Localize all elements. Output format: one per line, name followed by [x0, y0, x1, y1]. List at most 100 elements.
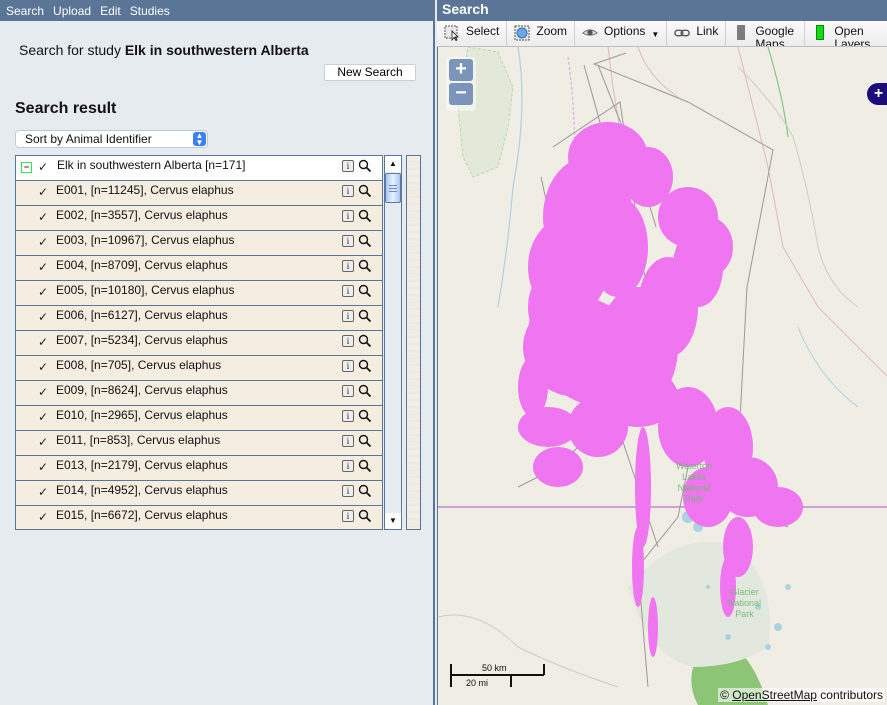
info-icon[interactable]: i — [342, 310, 354, 322]
tree-item-row[interactable]: ✓ E008, [n=705], Cervus elaphus i — [16, 356, 382, 381]
scale-km-label: 50 km — [482, 663, 507, 673]
magnifier-icon[interactable] — [358, 284, 372, 298]
google-maps-button[interactable]: Google Maps — [726, 21, 806, 46]
zoom-tool-button[interactable]: Zoom — [507, 21, 576, 46]
search-panel: Search Upload Edit Studies Search for st… — [0, 0, 435, 705]
info-icon[interactable]: i — [342, 160, 354, 172]
magnifier-icon[interactable] — [358, 334, 372, 348]
tree-item-row[interactable]: ✓ E006, [n=6127], Cervus elaphus i — [16, 306, 382, 331]
zoom-out-button[interactable]: − — [449, 83, 473, 105]
magnifier-icon[interactable] — [358, 309, 372, 323]
menu-studies[interactable]: Studies — [130, 4, 170, 18]
openlayers-button[interactable]: Open Layers — [805, 21, 881, 46]
item-checkbox[interactable]: ✓ — [38, 361, 50, 373]
zoom-in-button[interactable]: + — [449, 59, 473, 81]
scroll-down-arrow-icon[interactable]: ▼ — [385, 513, 401, 529]
root-checkbox[interactable]: ✓ — [38, 161, 50, 173]
tree-item-row[interactable]: ✓ E005, [n=10180], Cervus elaphus i — [16, 281, 382, 306]
new-search-button[interactable]: New Search — [324, 64, 416, 81]
magnifier-icon[interactable] — [358, 409, 372, 423]
tree-item-row[interactable]: ✓ E011, [n=853], Cervus elaphus i — [16, 431, 382, 456]
scroll-thumb[interactable] — [385, 173, 401, 203]
magnifier-icon[interactable] — [358, 434, 372, 448]
map-attribution: © OpenStreetMap contributors — [718, 688, 885, 702]
item-checkbox[interactable]: ✓ — [38, 511, 50, 523]
info-icon[interactable]: i — [342, 435, 354, 447]
item-checkbox[interactable]: ✓ — [38, 436, 50, 448]
tree-item-row[interactable]: ✓ E009, [n=8624], Cervus elaphus i — [16, 381, 382, 406]
magnifier-icon[interactable] — [358, 509, 372, 523]
magnifier-icon[interactable] — [358, 484, 372, 498]
magnifier-icon[interactable] — [358, 459, 372, 473]
magnifier-icon[interactable] — [358, 184, 372, 198]
tree-scrollbar[interactable]: ▲ ▼ — [384, 155, 402, 530]
item-checkbox[interactable]: ✓ — [38, 211, 50, 223]
magnifier-icon[interactable] — [358, 259, 372, 273]
info-icon[interactable]: i — [342, 460, 354, 472]
map-canvas[interactable]: Waterton Lakes National Park Glacier Nat… — [437, 47, 887, 705]
info-icon[interactable]: i — [342, 260, 354, 272]
scroll-up-arrow-icon[interactable]: ▲ — [385, 156, 401, 172]
track-cluster — [753, 487, 803, 527]
tree-item-row[interactable]: ✓ E013, [n=2179], Cervus elaphus i — [16, 456, 382, 481]
info-icon[interactable]: i — [342, 285, 354, 297]
select-tool-button[interactable]: Select — [437, 21, 508, 46]
tree-item-row[interactable]: ✓ E004, [n=8709], Cervus elaphus i — [16, 256, 382, 281]
info-icon[interactable]: i — [342, 210, 354, 222]
openlayers-indicator-icon — [816, 25, 825, 40]
item-checkbox[interactable]: ✓ — [38, 386, 50, 398]
magnifier-icon[interactable] — [358, 209, 372, 223]
menu-search[interactable]: Search — [6, 4, 44, 18]
item-checkbox[interactable]: ✓ — [38, 461, 50, 473]
item-checkbox[interactable]: ✓ — [38, 486, 50, 498]
map-panel-title: Search — [437, 0, 887, 21]
study-name: Elk in southwestern Alberta — [124, 42, 309, 58]
select-icon — [444, 25, 459, 41]
track-cluster — [588, 197, 648, 297]
info-icon[interactable]: i — [342, 335, 354, 347]
info-icon[interactable]: i — [342, 510, 354, 522]
tree-item-row[interactable]: ✓ E002, [n=3557], Cervus elaphus i — [16, 206, 382, 231]
item-label: E009, [n=8624], Cervus elaphus — [56, 383, 228, 397]
layer-switcher-button[interactable]: + — [867, 83, 887, 105]
zoom-control: + − — [446, 57, 476, 111]
item-checkbox[interactable]: ✓ — [38, 186, 50, 198]
search-result-heading: Search result — [15, 100, 117, 117]
magnifier-icon[interactable] — [358, 384, 372, 398]
tree-item-row[interactable]: ✓ E010, [n=2965], Cervus elaphus i — [16, 406, 382, 431]
options-dropdown-button[interactable]: Options ▼ — [575, 21, 668, 46]
info-icon[interactable]: i — [342, 485, 354, 497]
tree-item-row[interactable]: ✓ E001, [n=11245], Cervus elaphus i — [16, 181, 382, 206]
item-label: E013, [n=2179], Cervus elaphus — [56, 458, 228, 472]
track-cluster — [623, 147, 673, 207]
tree-item-row[interactable]: ✓ E007, [n=5234], Cervus elaphus i — [16, 331, 382, 356]
magnifier-icon[interactable] — [358, 359, 372, 373]
info-icon[interactable]: i — [342, 360, 354, 372]
magnifier-icon[interactable] — [358, 234, 372, 248]
tree-item-row[interactable]: ✓ E014, [n=4952], Cervus elaphus i — [16, 481, 382, 506]
item-checkbox[interactable]: ✓ — [38, 411, 50, 423]
track-cluster — [632, 527, 644, 607]
collapse-icon[interactable]: − — [21, 162, 32, 173]
info-icon[interactable]: i — [342, 410, 354, 422]
item-label: E005, [n=10180], Cervus elaphus — [56, 283, 235, 297]
openstreetmap-link[interactable]: OpenStreetMap — [732, 688, 817, 702]
info-icon[interactable]: i — [342, 385, 354, 397]
magnifier-icon[interactable] — [358, 159, 372, 173]
item-checkbox[interactable]: ✓ — [38, 261, 50, 273]
item-checkbox[interactable]: ✓ — [38, 286, 50, 298]
map-toolbar: Select Zoom Options ▼ Link Google Maps O… — [437, 21, 887, 47]
tree-item-row[interactable]: ✓ E015, [n=6672], Cervus elaphus i — [16, 506, 382, 529]
secondary-scroll-track[interactable] — [406, 155, 421, 530]
item-checkbox[interactable]: ✓ — [38, 336, 50, 348]
info-icon[interactable]: i — [342, 185, 354, 197]
menu-edit[interactable]: Edit — [100, 4, 121, 18]
info-icon[interactable]: i — [342, 235, 354, 247]
tree-item-row[interactable]: ✓ E003, [n=10967], Cervus elaphus i — [16, 231, 382, 256]
tree-root-row[interactable]: − ✓ Elk in southwestern Alberta [n=171] … — [16, 156, 382, 181]
link-button[interactable]: Link — [667, 21, 727, 46]
item-checkbox[interactable]: ✓ — [38, 236, 50, 248]
menu-upload[interactable]: Upload — [53, 4, 91, 18]
item-checkbox[interactable]: ✓ — [38, 311, 50, 323]
sort-select[interactable]: Sort by Animal Identifier ▲ ▼ — [15, 130, 208, 148]
